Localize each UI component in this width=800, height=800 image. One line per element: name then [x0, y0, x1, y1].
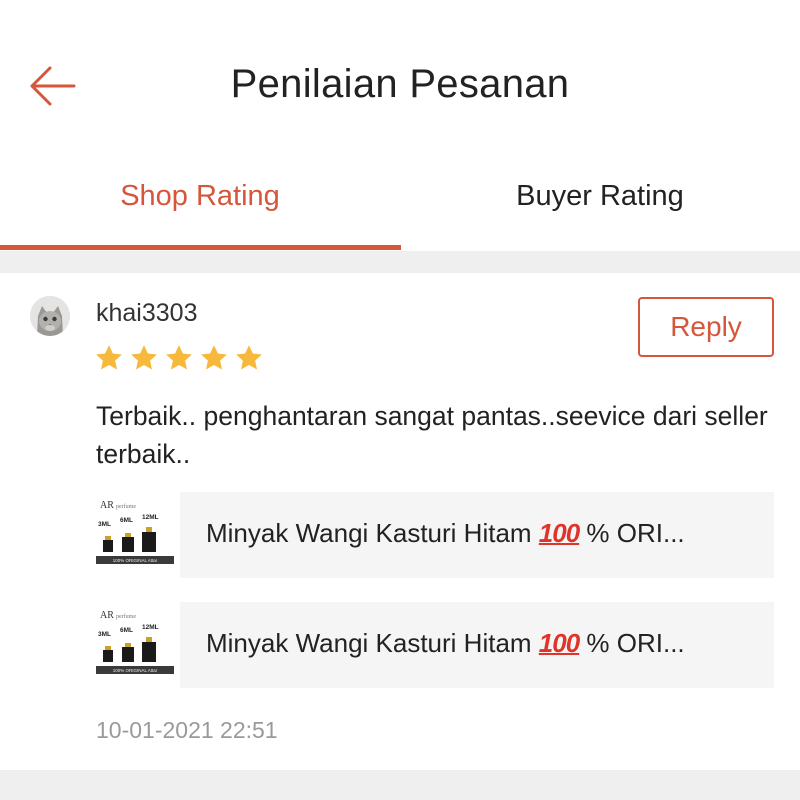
star-icon [96, 345, 122, 370]
cat-avatar-icon [30, 296, 70, 336]
product-thumbnail: AR perfume 3ML 6ML 12ML 100% ORIGINAL At… [92, 602, 178, 688]
avatar[interactable] [30, 296, 70, 336]
product-name: Minyak Wangi Kasturi Hitam 100 % ORI... [206, 628, 685, 658]
thumb-tagline: 100% ORIGINAL Attar [113, 668, 158, 673]
thumb-size-label: 3ML [98, 521, 111, 528]
star-rating [94, 343, 269, 373]
reviewer-username: khai3303 [96, 299, 198, 327]
thumb-size-label: 3ML [98, 631, 111, 638]
thumb-size-label: 12ML [142, 514, 159, 521]
thumb-size-label: 6ML [120, 517, 133, 524]
star-icon [166, 345, 192, 370]
tab-buyer-rating[interactable]: Buyer Rating [400, 160, 800, 252]
section-separator [0, 251, 800, 273]
review-text: Terbaik.. penghantaran sangat pantas..se… [96, 401, 768, 469]
review-timestamp: 10-01-2021 22:51 [96, 717, 278, 743]
hundred-points-icon: 100 [538, 628, 580, 658]
page-title: Penilaian Pesanan [230, 62, 570, 106]
tab-shop-rating[interactable]: Shop Rating [0, 160, 400, 252]
header: Penilaian Pesanan [0, 0, 800, 160]
thumb-brand-sub: perfume [116, 613, 136, 620]
thumb-brand: AR [100, 500, 114, 511]
product-name: Minyak Wangi Kasturi Hitam 100 % ORI... [206, 518, 685, 548]
thumb-tagline: 100% ORIGINAL Attar [113, 558, 158, 563]
hundred-points-icon: 100 [538, 518, 580, 548]
thumb-brand: AR [100, 610, 114, 621]
section-separator [0, 770, 800, 800]
product-thumbnail: AR perfume 3ML 6ML 12ML 100% ORIGINAL At… [92, 492, 178, 578]
product-info: Minyak Wangi Kasturi Hitam 100 % ORI... [180, 602, 774, 688]
thumb-size-label: 6ML [120, 627, 133, 634]
star-icon [131, 345, 157, 370]
product-item[interactable]: AR perfume 3ML 6ML 12ML 100% ORIGINAL At… [92, 492, 774, 578]
active-tab-indicator [0, 245, 401, 250]
product-info: Minyak Wangi Kasturi Hitam 100 % ORI... [180, 492, 774, 578]
rating-tabs: Shop Rating Buyer Rating [0, 160, 800, 252]
product-item[interactable]: AR perfume 3ML 6ML 12ML 100% ORIGINAL At… [92, 602, 774, 688]
reply-button[interactable]: Reply [638, 297, 774, 357]
thumb-size-label: 12ML [142, 624, 159, 631]
star-icon [236, 345, 262, 370]
star-icon [201, 345, 227, 370]
thumb-brand-sub: perfume [116, 503, 136, 510]
